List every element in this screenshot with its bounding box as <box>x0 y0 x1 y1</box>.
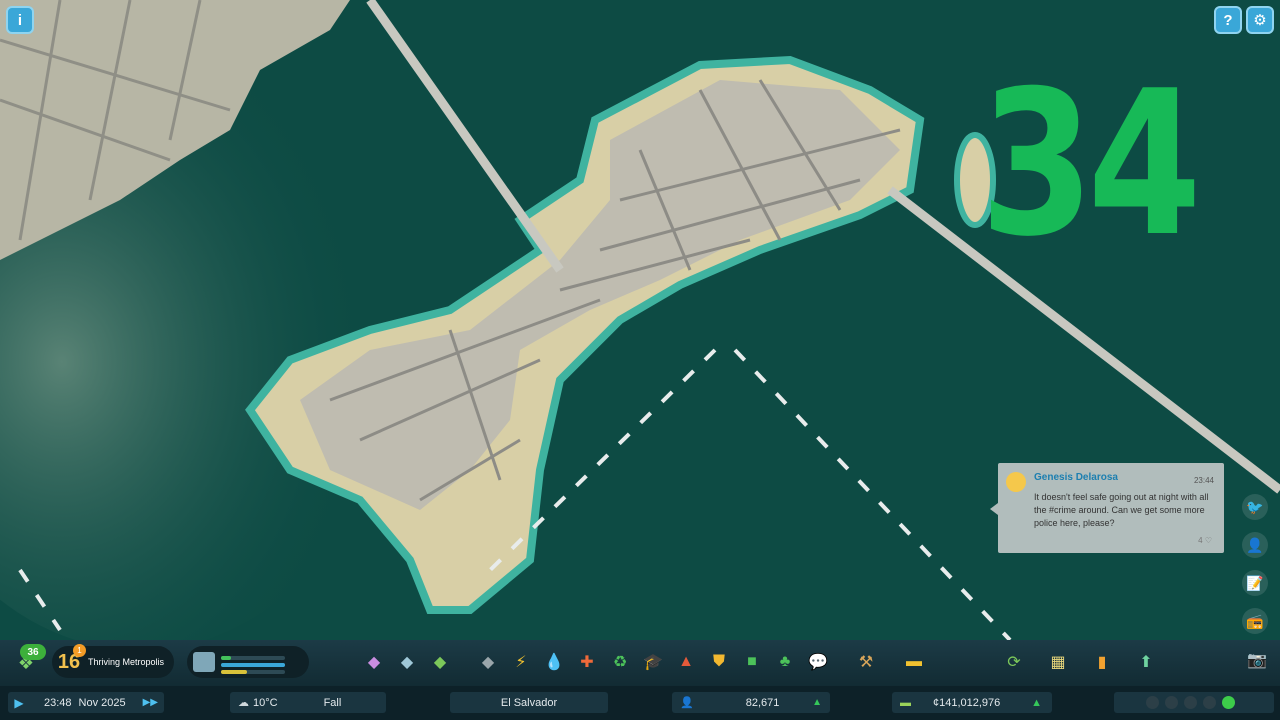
policies-icon[interactable]: ⟳ <box>1000 648 1028 676</box>
info-icon[interactable]: i <box>6 6 34 34</box>
notification-icon <box>1184 696 1197 709</box>
electricity-icon[interactable]: ⚡ <box>507 648 535 676</box>
milestone-badge: 1 <box>73 644 86 657</box>
game-date: Nov 2025 <box>78 696 126 709</box>
notification-icon <box>1165 696 1178 709</box>
demand-bar-1 <box>221 656 285 660</box>
transport-icon[interactable]: ■ <box>738 648 766 676</box>
camera-icon[interactable]: 📷 <box>1244 650 1270 674</box>
settings-glyph: ⚙ <box>1253 12 1267 29</box>
game-time: 23:48 <box>44 696 72 709</box>
police-icon[interactable]: ⛊ <box>705 648 733 676</box>
demand-bar-2 <box>221 663 285 667</box>
demand-bar-3 <box>221 670 285 674</box>
xp-indicator[interactable]: ❖ 36 <box>8 644 46 680</box>
chirp-time: 23:44 <box>1193 476 1214 485</box>
citizen-icon[interactable]: 👤 <box>1242 532 1268 558</box>
population-panel[interactable]: 👤 82,671 ▲ <box>672 692 830 713</box>
terraform-icon[interactable]: ⚒ <box>852 648 880 676</box>
money-icon: ▬ <box>900 696 911 709</box>
bulldoze-icon[interactable]: ▬ <box>900 648 928 676</box>
chirper-message[interactable]: Genesis Delarosa 23:44 It doesn't feel s… <box>990 463 1224 553</box>
avatar <box>1006 472 1026 492</box>
statistics-icon[interactable]: ▮ <box>1088 648 1116 676</box>
happiness-icon <box>1222 696 1235 709</box>
money-panel[interactable]: ▬ ¢141,012,976 ▲ <box>892 692 1052 713</box>
info-tools: ⟳ ▦ ▮ ⬆ <box>1000 648 1176 676</box>
city-name: El Salvador <box>500 696 558 709</box>
weather-panel[interactable]: ☁ 10°C Fall <box>230 692 386 713</box>
healthcare-icon[interactable]: ✚ <box>573 648 601 676</box>
milestone-panel[interactable]: 16 1 Thriving Metropolis <box>52 644 174 678</box>
zoning-icon[interactable]: ◆ <box>360 648 388 676</box>
communications-icon[interactable]: 💬 <box>804 648 832 676</box>
progression-icon[interactable]: ⬆ <box>1132 648 1160 676</box>
money: ¢141,012,976 <box>933 696 1001 709</box>
water-icon[interactable]: 💧 <box>540 648 568 676</box>
season: Fall <box>323 696 342 709</box>
map-icon[interactable]: ▦ <box>1044 648 1072 676</box>
info-glyph: i <box>17 11 23 29</box>
radio-icon[interactable]: 📻 <box>1242 608 1268 634</box>
fire-icon[interactable]: ▲ <box>672 648 700 676</box>
notification-icon <box>1203 696 1216 709</box>
chirp-text: It doesn't feel safe going out at night … <box>1034 492 1209 528</box>
journal-icon[interactable]: 📝 <box>1242 570 1268 596</box>
xp-count: 36 <box>20 644 46 660</box>
landscaping-icon[interactable]: ◆ <box>426 648 454 676</box>
population-trend-icon: ▲ <box>812 697 822 708</box>
weather-icon: ☁ <box>238 697 249 709</box>
help-icon[interactable]: ? <box>1214 6 1242 34</box>
status-bar: ▶ 23:48 Nov 2025 ▶▶ ☁ 10°C Fall El Salva… <box>0 686 1280 720</box>
notifications-panel[interactable] <box>1114 692 1274 713</box>
speed-icon[interactable]: ▶▶ <box>143 697 158 708</box>
area-icon[interactable]: ◆ <box>393 648 421 676</box>
play-icon[interactable]: ▶ <box>8 696 30 710</box>
city-name-panel[interactable]: El Salvador <box>450 692 608 713</box>
chirp-author[interactable]: Genesis Delarosa <box>1034 471 1214 484</box>
garbage-icon[interactable]: ♻ <box>606 648 634 676</box>
notification-icon <box>1146 696 1159 709</box>
parks-icon[interactable]: ♣ <box>771 648 799 676</box>
roads-icon[interactable]: ◆ <box>474 648 502 676</box>
population: 82,671 <box>745 696 780 709</box>
education-icon[interactable]: 🎓 <box>639 648 667 676</box>
time-control: ▶ 23:48 Nov 2025 ▶▶ <box>8 692 164 713</box>
settings-icon[interactable]: ⚙ <box>1246 6 1274 34</box>
milestone-name: Thriving Metropolis <box>88 657 165 667</box>
main-toolbar: ❖ 36 16 1 Thriving Metropolis ◆ ◆ ◆ ◆ ⚡ … <box>0 640 1280 686</box>
population-icon: 👤 <box>680 697 694 709</box>
city-icon <box>193 652 215 672</box>
build-tools: ◆ ◆ ◆ ◆ ⚡ 💧 ✚ ♻ 🎓 ▲ ⛊ ■ ♣ 💬 ⚒ ▬ <box>360 648 933 678</box>
chirp-likes[interactable]: 4 ♡ <box>1198 534 1212 547</box>
episode-number: 34 <box>980 48 1202 281</box>
chirper-icon[interactable]: 🐦 <box>1242 494 1268 520</box>
money-trend-icon: ▲ <box>1031 696 1042 709</box>
temperature: 10°C <box>253 696 278 709</box>
demand-panel[interactable] <box>187 646 309 678</box>
help-glyph: ? <box>1223 11 1233 29</box>
side-panel-icons: 🐦 👤 📝 📻 <box>1242 494 1272 646</box>
